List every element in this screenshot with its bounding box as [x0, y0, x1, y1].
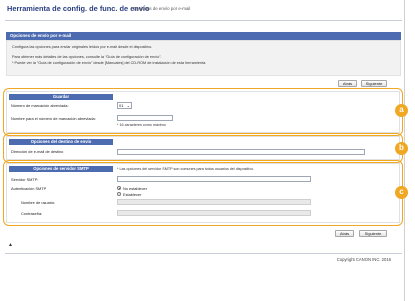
desc-line-1: Configura las opciones para enviar origi…: [12, 45, 153, 49]
highlight-a: [3, 88, 403, 136]
page-subtitle: Opciones de envío por e-mail: [133, 6, 191, 11]
desc-line-2: Para obtener más detalles de las opcione…: [12, 55, 162, 59]
highlight-b: [3, 133, 403, 163]
copyright: Copyright CANON INC. 2016: [336, 257, 391, 262]
section-title: Opciones de envío por e-mail: [10, 33, 72, 38]
header-divider: [5, 20, 402, 21]
footer-divider: [5, 253, 402, 254]
back-button-top[interactable]: Atrás: [338, 80, 357, 87]
callout-a: a: [395, 104, 408, 117]
scroll-top-icon[interactable]: ▲: [8, 242, 13, 248]
desc-line-3: * Puede ver la "Guía de configuración de…: [12, 61, 207, 65]
header: Herramienta de config. de func. de envío…: [0, 0, 404, 22]
back-button-bottom[interactable]: Atrás: [335, 230, 354, 237]
callout-c: c: [395, 186, 408, 199]
highlight-c: [3, 160, 403, 226]
next-button-top[interactable]: Siguiente: [361, 80, 387, 87]
section-description: Configura las opciones para enviar origi…: [6, 40, 401, 76]
callout-b: b: [395, 142, 408, 155]
app-title: Herramienta de config. de func. de envío: [7, 4, 150, 13]
next-button-bottom[interactable]: Siguiente: [359, 230, 387, 237]
section-title-bar: Opciones de envío por e-mail: [6, 32, 401, 40]
